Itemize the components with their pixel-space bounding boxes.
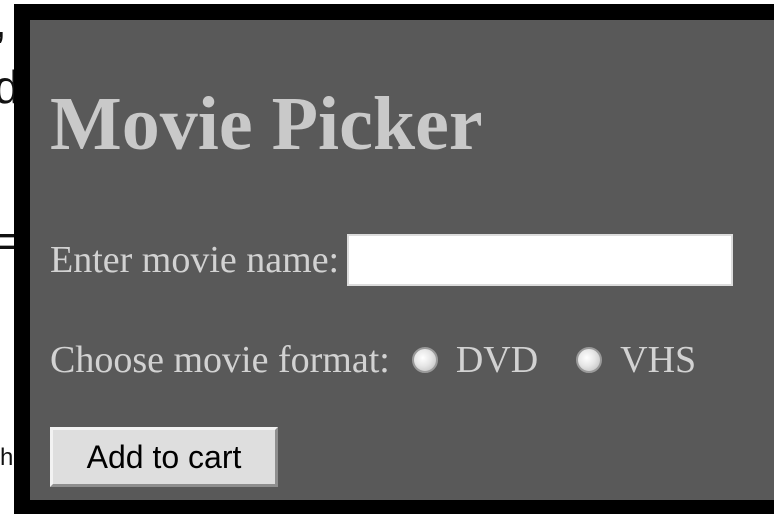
movie-format-label: Choose movie format: [50,339,390,381]
movie-name-row: Enter movie name: [50,231,734,289]
page-title: Movie Picker [50,82,483,166]
movie-format-row: Choose movie format: DVD VHS [50,338,696,382]
movie-name-label: Enter movie name: [50,239,340,281]
dvd-radio[interactable] [411,347,438,373]
vhs-label[interactable]: VHS [620,338,696,382]
movie-picker-panel: Movie Picker Enter movie name: Choose mo… [30,20,774,500]
dvd-label[interactable]: DVD [456,338,538,382]
movie-name-input[interactable] [347,234,734,286]
vhs-radio[interactable] [576,347,603,373]
background-text-fragment: , [0,0,7,48]
add-to-cart-button[interactable]: Add to cart [50,427,278,487]
background-text-fragment: h [0,444,14,471]
